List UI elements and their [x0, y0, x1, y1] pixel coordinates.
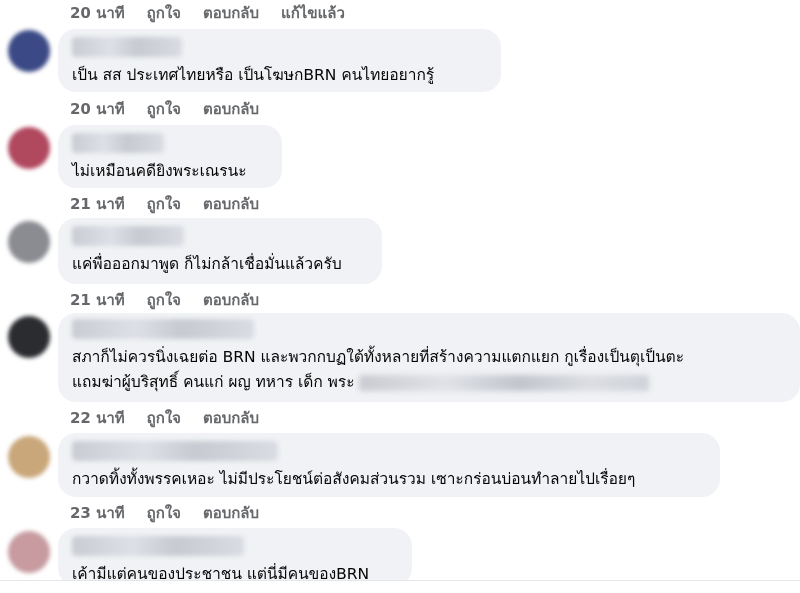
commenter-name-blurred[interactable] — [72, 226, 184, 246]
comment-meta: 23 นาที ถูกใจ ตอบกลับ — [70, 501, 259, 525]
like-link[interactable]: ถูกใจ — [147, 97, 181, 121]
comment-meta: 22 นาที ถูกใจ ตอบกลับ — [70, 406, 259, 430]
comment-time: 21 นาที — [70, 291, 125, 309]
avatar[interactable] — [8, 221, 50, 263]
blurred-text — [359, 374, 650, 391]
comment-text: เป็น สส ประเทศไทยหรือ เป็นโฆษกBRN คนไทยอ… — [72, 66, 435, 84]
comment-meta: 21 นาที ถูกใจ ตอบกลับ — [70, 192, 259, 216]
reply-link[interactable]: ตอบกลับ — [203, 97, 259, 121]
comment-text: ไม่เหมือนคดียิงพระเณรนะ — [72, 162, 247, 180]
comment-text: แค่พื่อออกมาพูด ก็ไม่กล้าเชื่อมั่นแล้วคร… — [72, 255, 342, 273]
commenter-name-blurred[interactable] — [72, 319, 254, 339]
reply-link[interactable]: ตอบกลับ — [203, 406, 259, 430]
comment-text-line2: แถมฆ่าผู้บริสุทธิ์ คนแก่ ผญ ทหาร เด็ก พร… — [72, 370, 788, 395]
comment-text: สภาก็ไม่ควรนิ่งเฉยต่อ BRN และพวกกบฏใต้ทั… — [72, 348, 685, 366]
avatar[interactable] — [8, 316, 50, 358]
like-link[interactable]: ถูกใจ — [147, 406, 181, 430]
reply-link[interactable]: ตอบกลับ — [203, 192, 259, 216]
comment-bubble: กวาดทิ้งทั้งพรรคเหอะ ไม่มีประโยชน์ต่อสัง… — [58, 433, 720, 497]
commenter-name-blurred[interactable] — [72, 37, 182, 57]
comment-time: 20 นาที — [70, 100, 125, 118]
comment-bubble: ไม่เหมือนคดียิงพระเณรนะ — [58, 125, 282, 188]
comment-time: 20 นาที — [70, 4, 125, 22]
comment-text: กวาดทิ้งทั้งพรรคเหอะ ไม่มีประโยชน์ต่อสัง… — [72, 470, 636, 488]
comment-meta-top: 20 นาที ถูกใจ ตอบกลับ แก้ไขแล้ว — [70, 1, 345, 25]
comment-meta: 21 นาที ถูกใจ ตอบกลับ — [70, 288, 259, 312]
comment-bubble: แค่พื่อออกมาพูด ก็ไม่กล้าเชื่อมั่นแล้วคร… — [58, 218, 382, 284]
comment-time: 23 นาที — [70, 504, 125, 522]
avatar[interactable] — [8, 30, 50, 72]
reply-link[interactable]: ตอบกลับ — [203, 501, 259, 525]
commenter-name-blurred[interactable] — [72, 441, 278, 461]
avatar[interactable] — [8, 436, 50, 478]
like-link[interactable]: ถูกใจ — [147, 1, 181, 25]
avatar[interactable] — [8, 531, 50, 573]
commenter-name-blurred[interactable] — [72, 133, 164, 153]
avatar[interactable] — [8, 127, 50, 169]
comment-text-visible: แถมฆ่าผู้บริสุทธิ์ คนแก่ ผญ ทหาร เด็ก พร… — [72, 373, 355, 391]
comment-bubble: เป็น สส ประเทศไทยหรือ เป็นโฆษกBRN คนไทยอ… — [58, 29, 501, 92]
edited-label: แก้ไขแล้ว — [281, 4, 345, 22]
comment-bubble: เค้ามีแต่คนของประชาชน แต่นี่มีคนของBRN — [58, 528, 412, 586]
comment-time: 22 นาที — [70, 409, 125, 427]
like-link[interactable]: ถูกใจ — [147, 288, 181, 312]
comment-meta: 20 นาที ถูกใจ ตอบกลับ — [70, 97, 259, 121]
commenter-name-blurred[interactable] — [72, 536, 244, 556]
like-link[interactable]: ถูกใจ — [147, 501, 181, 525]
comment-bubble: สภาก็ไม่ควรนิ่งเฉยต่อ BRN และพวกกบฏใต้ทั… — [58, 313, 800, 402]
reply-link[interactable]: ตอบกลับ — [203, 1, 259, 25]
feed-bottom-edge — [0, 580, 800, 593]
reply-link[interactable]: ตอบกลับ — [203, 288, 259, 312]
comment-time: 21 นาที — [70, 195, 125, 213]
like-link[interactable]: ถูกใจ — [147, 192, 181, 216]
